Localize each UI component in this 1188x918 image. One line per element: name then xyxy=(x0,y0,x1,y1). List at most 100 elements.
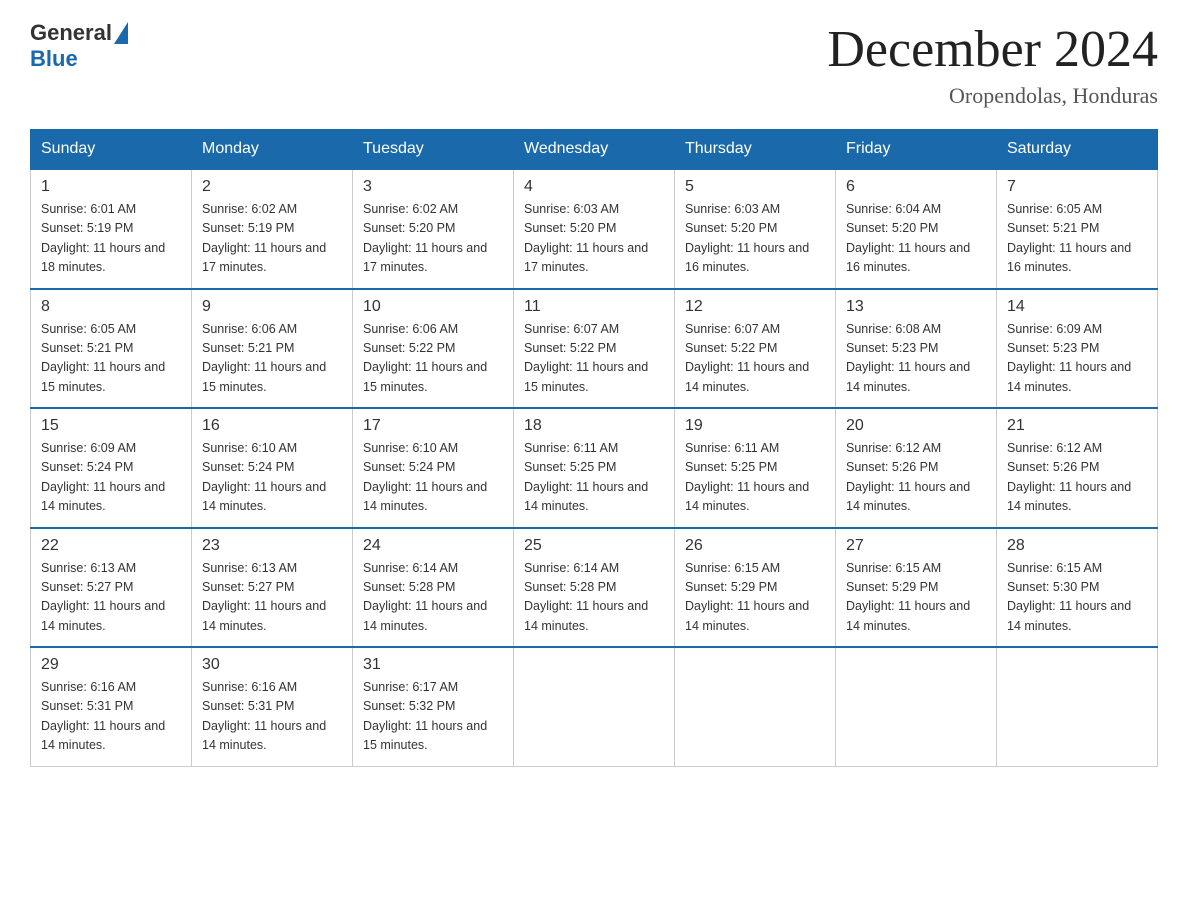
day-info: Sunrise: 6:13 AMSunset: 5:27 PMDaylight:… xyxy=(41,561,165,633)
day-info: Sunrise: 6:11 AMSunset: 5:25 PMDaylight:… xyxy=(685,441,809,513)
calendar-week-row: 22 Sunrise: 6:13 AMSunset: 5:27 PMDaylig… xyxy=(31,528,1158,648)
table-row xyxy=(997,647,1158,766)
day-number: 4 xyxy=(524,178,664,196)
day-info: Sunrise: 6:15 AMSunset: 5:29 PMDaylight:… xyxy=(685,561,809,633)
logo-blue-text: Blue xyxy=(30,46,78,72)
day-info: Sunrise: 6:12 AMSunset: 5:26 PMDaylight:… xyxy=(846,441,970,513)
day-number: 28 xyxy=(1007,537,1147,555)
day-info: Sunrise: 6:10 AMSunset: 5:24 PMDaylight:… xyxy=(363,441,487,513)
table-row: 27 Sunrise: 6:15 AMSunset: 5:29 PMDaylig… xyxy=(836,528,997,648)
day-info: Sunrise: 6:02 AMSunset: 5:20 PMDaylight:… xyxy=(363,202,487,274)
day-info: Sunrise: 6:07 AMSunset: 5:22 PMDaylight:… xyxy=(685,322,809,394)
day-info: Sunrise: 6:10 AMSunset: 5:24 PMDaylight:… xyxy=(202,441,326,513)
table-row: 26 Sunrise: 6:15 AMSunset: 5:29 PMDaylig… xyxy=(675,528,836,648)
header-tuesday: Tuesday xyxy=(353,130,514,170)
day-number: 19 xyxy=(685,417,825,435)
day-info: Sunrise: 6:09 AMSunset: 5:23 PMDaylight:… xyxy=(1007,322,1131,394)
header-wednesday: Wednesday xyxy=(514,130,675,170)
calendar-table: Sunday Monday Tuesday Wednesday Thursday… xyxy=(30,129,1158,767)
day-number: 8 xyxy=(41,298,181,316)
calendar-header-row: Sunday Monday Tuesday Wednesday Thursday… xyxy=(31,130,1158,170)
table-row: 28 Sunrise: 6:15 AMSunset: 5:30 PMDaylig… xyxy=(997,528,1158,648)
day-number: 21 xyxy=(1007,417,1147,435)
day-number: 26 xyxy=(685,537,825,555)
page-header: General Blue December 2024 Oropendolas, … xyxy=(30,20,1158,109)
table-row: 3 Sunrise: 6:02 AMSunset: 5:20 PMDayligh… xyxy=(353,169,514,289)
table-row: 4 Sunrise: 6:03 AMSunset: 5:20 PMDayligh… xyxy=(514,169,675,289)
table-row: 18 Sunrise: 6:11 AMSunset: 5:25 PMDaylig… xyxy=(514,408,675,528)
day-info: Sunrise: 6:12 AMSunset: 5:26 PMDaylight:… xyxy=(1007,441,1131,513)
table-row: 29 Sunrise: 6:16 AMSunset: 5:31 PMDaylig… xyxy=(31,647,192,766)
table-row: 17 Sunrise: 6:10 AMSunset: 5:24 PMDaylig… xyxy=(353,408,514,528)
day-number: 22 xyxy=(41,537,181,555)
day-number: 2 xyxy=(202,178,342,196)
day-info: Sunrise: 6:17 AMSunset: 5:32 PMDaylight:… xyxy=(363,680,487,752)
header-friday: Friday xyxy=(836,130,997,170)
table-row: 9 Sunrise: 6:06 AMSunset: 5:21 PMDayligh… xyxy=(192,289,353,409)
day-info: Sunrise: 6:06 AMSunset: 5:22 PMDaylight:… xyxy=(363,322,487,394)
day-number: 9 xyxy=(202,298,342,316)
table-row: 6 Sunrise: 6:04 AMSunset: 5:20 PMDayligh… xyxy=(836,169,997,289)
day-number: 20 xyxy=(846,417,986,435)
logo: General Blue xyxy=(30,20,130,72)
day-info: Sunrise: 6:15 AMSunset: 5:30 PMDaylight:… xyxy=(1007,561,1131,633)
day-number: 15 xyxy=(41,417,181,435)
logo-general: General xyxy=(30,20,112,46)
table-row: 8 Sunrise: 6:05 AMSunset: 5:21 PMDayligh… xyxy=(31,289,192,409)
title-block: December 2024 Oropendolas, Honduras xyxy=(827,20,1158,109)
day-number: 7 xyxy=(1007,178,1147,196)
calendar-week-row: 1 Sunrise: 6:01 AMSunset: 5:19 PMDayligh… xyxy=(31,169,1158,289)
table-row xyxy=(514,647,675,766)
day-number: 24 xyxy=(363,537,503,555)
day-info: Sunrise: 6:02 AMSunset: 5:19 PMDaylight:… xyxy=(202,202,326,274)
day-info: Sunrise: 6:15 AMSunset: 5:29 PMDaylight:… xyxy=(846,561,970,633)
day-info: Sunrise: 6:01 AMSunset: 5:19 PMDaylight:… xyxy=(41,202,165,274)
header-monday: Monday xyxy=(192,130,353,170)
day-number: 5 xyxy=(685,178,825,196)
table-row: 25 Sunrise: 6:14 AMSunset: 5:28 PMDaylig… xyxy=(514,528,675,648)
table-row: 14 Sunrise: 6:09 AMSunset: 5:23 PMDaylig… xyxy=(997,289,1158,409)
calendar-week-row: 29 Sunrise: 6:16 AMSunset: 5:31 PMDaylig… xyxy=(31,647,1158,766)
day-number: 25 xyxy=(524,537,664,555)
logo-blue-label: Blue xyxy=(30,46,78,71)
table-row: 31 Sunrise: 6:17 AMSunset: 5:32 PMDaylig… xyxy=(353,647,514,766)
day-info: Sunrise: 6:03 AMSunset: 5:20 PMDaylight:… xyxy=(685,202,809,274)
header-sunday: Sunday xyxy=(31,130,192,170)
day-number: 13 xyxy=(846,298,986,316)
location-subtitle: Oropendolas, Honduras xyxy=(827,83,1158,109)
table-row: 15 Sunrise: 6:09 AMSunset: 5:24 PMDaylig… xyxy=(31,408,192,528)
day-number: 18 xyxy=(524,417,664,435)
day-number: 29 xyxy=(41,656,181,674)
day-info: Sunrise: 6:03 AMSunset: 5:20 PMDaylight:… xyxy=(524,202,648,274)
logo-triangle-icon xyxy=(114,22,128,44)
day-number: 27 xyxy=(846,537,986,555)
day-number: 12 xyxy=(685,298,825,316)
day-number: 3 xyxy=(363,178,503,196)
table-row: 22 Sunrise: 6:13 AMSunset: 5:27 PMDaylig… xyxy=(31,528,192,648)
day-number: 30 xyxy=(202,656,342,674)
header-saturday: Saturday xyxy=(997,130,1158,170)
table-row: 12 Sunrise: 6:07 AMSunset: 5:22 PMDaylig… xyxy=(675,289,836,409)
day-number: 1 xyxy=(41,178,181,196)
table-row: 13 Sunrise: 6:08 AMSunset: 5:23 PMDaylig… xyxy=(836,289,997,409)
table-row: 11 Sunrise: 6:07 AMSunset: 5:22 PMDaylig… xyxy=(514,289,675,409)
day-number: 6 xyxy=(846,178,986,196)
header-thursday: Thursday xyxy=(675,130,836,170)
day-info: Sunrise: 6:11 AMSunset: 5:25 PMDaylight:… xyxy=(524,441,648,513)
logo-text: General xyxy=(30,20,130,46)
table-row: 19 Sunrise: 6:11 AMSunset: 5:25 PMDaylig… xyxy=(675,408,836,528)
table-row: 16 Sunrise: 6:10 AMSunset: 5:24 PMDaylig… xyxy=(192,408,353,528)
table-row: 21 Sunrise: 6:12 AMSunset: 5:26 PMDaylig… xyxy=(997,408,1158,528)
table-row: 2 Sunrise: 6:02 AMSunset: 5:19 PMDayligh… xyxy=(192,169,353,289)
calendar-week-row: 15 Sunrise: 6:09 AMSunset: 5:24 PMDaylig… xyxy=(31,408,1158,528)
day-info: Sunrise: 6:05 AMSunset: 5:21 PMDaylight:… xyxy=(41,322,165,394)
day-info: Sunrise: 6:14 AMSunset: 5:28 PMDaylight:… xyxy=(524,561,648,633)
day-number: 14 xyxy=(1007,298,1147,316)
day-info: Sunrise: 6:13 AMSunset: 5:27 PMDaylight:… xyxy=(202,561,326,633)
day-info: Sunrise: 6:14 AMSunset: 5:28 PMDaylight:… xyxy=(363,561,487,633)
day-number: 23 xyxy=(202,537,342,555)
day-info: Sunrise: 6:16 AMSunset: 5:31 PMDaylight:… xyxy=(202,680,326,752)
table-row: 30 Sunrise: 6:16 AMSunset: 5:31 PMDaylig… xyxy=(192,647,353,766)
day-number: 16 xyxy=(202,417,342,435)
table-row: 24 Sunrise: 6:14 AMSunset: 5:28 PMDaylig… xyxy=(353,528,514,648)
